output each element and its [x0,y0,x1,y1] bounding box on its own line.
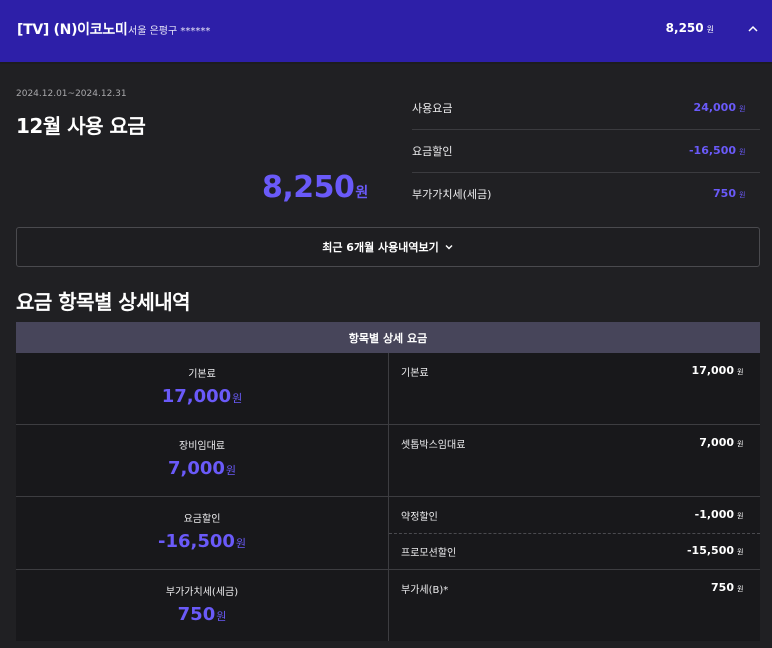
category-basic-fee: 기본료 17,000원 [16,365,388,407]
summary-value-number: 24,000 [693,101,736,114]
line-item-value-number: 7,000 [699,436,734,449]
summary-label: 부가가치세(세금) [412,188,492,201]
line-item-label: 프로모션할인 [401,548,457,559]
category-amount-value: 750 [177,604,216,625]
billing-period: 2024.12.01~2024.12.31 [16,89,127,99]
detail-table: 항목별 상세 요금 기본료 17,000원 기본료 17,000 원 장비임대료 … [16,322,760,641]
category-amount-unit: 원 [216,610,227,623]
line-item-unit: 원 [737,512,744,520]
header-amount: 8,250 원 [666,21,714,35]
line-item: 셋톱박스임대료 7,000 원 [401,436,747,456]
category-amount-unit: 원 [232,392,243,405]
summary-value-unit: 원 [739,105,746,113]
line-item-unit: 원 [737,585,744,593]
summary-label: 요금할인 [412,145,453,158]
line-item-value: -1,000 원 [694,508,744,521]
header-amount-unit: 원 [706,25,714,34]
table-header: 항목별 상세 요금 [16,322,760,353]
row-divider [16,496,760,497]
summary-value-number: 750 [713,187,736,200]
line-item-value-number: 750 [711,581,734,594]
summary-row-vat: 부가가치세(세금) 750 원 [412,186,760,229]
summary-value-unit: 원 [739,191,746,199]
header-separator [0,62,772,64]
line-item-unit: 원 [737,440,744,448]
line-item-value: 17,000 원 [691,364,744,377]
category-amount-unit: 원 [235,537,247,550]
category-name: 요금할인 [183,514,221,525]
line-item-value-number: -1,000 [694,508,734,521]
summary-value-number: -16,500 [688,144,736,157]
summary-value-unit: 원 [739,148,746,156]
summary-value: 750 원 [713,187,745,200]
summary-row-usage: 사용요금 24,000 원 [412,100,760,143]
category-amount-value: 7,000 [167,458,225,479]
summary-label: 사용요금 [412,102,453,115]
category-amount: -16,500원 [158,531,246,552]
line-item-label: 약정할인 [401,512,438,523]
section-title: 요금 항목별 상세내역 [16,290,191,314]
header-amount-value: 8,250 [665,21,704,35]
line-item-value-number: 17,000 [691,364,734,377]
line-item-value: 7,000 원 [699,436,743,449]
line-item: 부가세(B)* 750 원 [401,581,747,601]
service-address: 서울 은평구 ****** [128,26,211,37]
line-item-label: 부가세(B)* [401,585,449,596]
category-discount: 요금할인 -16,500원 [16,510,388,552]
line-item-value: 750 원 [711,581,743,594]
line-item: 기본료 17,000 원 [401,364,747,384]
history-toggle-label: 최근 6개월 사용내역보기 [322,241,439,254]
category-amount: 750원 [178,604,227,625]
page-title: 12월 사용 요금 [16,114,146,138]
category-equipment-rental: 장비임대료 7,000원 [16,437,388,479]
line-item-unit: 원 [737,548,744,556]
category-amount-unit: 원 [225,464,237,477]
service-header[interactable]: [TV] (N)이코노미 서울 은평구 ****** 8,250 원 [0,0,772,62]
category-amount-value: -16,500 [157,531,235,552]
header-divider [122,22,123,34]
summary-divider [412,129,760,130]
category-vat: 부가가치세(세금) 750원 [16,583,388,625]
category-name: 기본료 [188,369,216,380]
line-item-value-number: -15,500 [686,544,734,557]
line-item-value: -15,500 원 [686,544,743,557]
line-item-label: 셋톱박스임대료 [401,440,466,451]
line-item-label: 기본료 [401,368,429,379]
product-name: [TV] (N)이코노미 [17,22,128,38]
total-amount-value: 8,250 [262,170,355,205]
summary-row-discount: 요금할인 -16,500 원 [412,143,760,186]
row-divider [16,424,760,425]
line-item-unit: 원 [737,368,744,376]
summary-value: -16,500 원 [688,144,745,157]
summary-divider [412,172,760,173]
row-divider [16,569,760,570]
summary-value: 24,000 원 [693,101,746,114]
item-divider [389,533,760,534]
category-amount-value: 17,000 [161,386,232,407]
line-item: 약정할인 -1,000 원 [401,508,747,528]
column-divider [388,353,389,641]
total-amount-unit: 원 [355,185,368,201]
total-amount: 8,250원 [262,170,368,205]
category-amount: 17,000원 [162,386,243,407]
category-name: 부가가치세(세금) [165,587,239,598]
chevron-up-icon[interactable] [746,22,760,36]
category-amount: 7,000원 [168,458,236,479]
category-name: 장비임대료 [179,441,225,452]
history-toggle-button[interactable]: 최근 6개월 사용내역보기 [16,227,760,267]
line-item: 프로모션할인 -15,500 원 [401,544,747,564]
chevron-down-icon [445,245,453,250]
